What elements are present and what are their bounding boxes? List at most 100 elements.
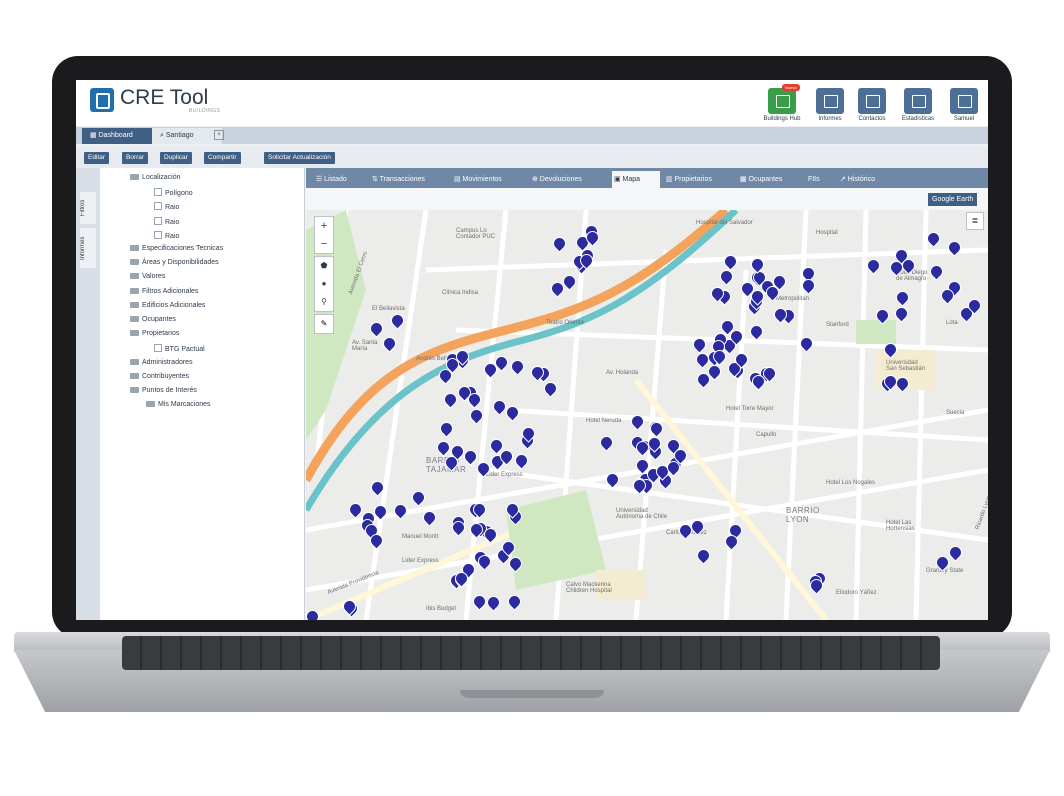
- checkbox-icon[interactable]: [154, 344, 162, 353]
- tab-fiis[interactable]: FIIs: [806, 171, 834, 188]
- tree-item-label: Raio: [165, 218, 180, 226]
- tree-item[interactable]: Polígono: [154, 188, 193, 197]
- user-icon: [950, 88, 978, 114]
- tab-propietarios[interactable]: ▥ Propietarios: [664, 171, 734, 188]
- tree-item-label: Localización: [142, 174, 181, 181]
- tree-item-label: Puntos de Interés: [142, 387, 197, 394]
- label-lider-2: Lider Express: [402, 558, 439, 564]
- tree-item-label: Raio: [165, 232, 180, 240]
- label-hotel-nogales: Hotel Los Nogales: [826, 480, 876, 486]
- tree-item[interactable]: Raio: [154, 230, 180, 240]
- side-tabs-header: [76, 168, 100, 188]
- folder-icon: [130, 358, 139, 365]
- tree-item[interactable]: Raio: [154, 202, 179, 211]
- tree-item[interactable]: Áreas y Disponibilidades: [130, 259, 219, 266]
- label-u-chile: Universidad Autónoma de Chile: [616, 508, 668, 520]
- laptop-keyboard: [122, 636, 940, 670]
- folder-icon: [130, 245, 139, 251]
- tab-transacciones-label: Transacciones: [379, 176, 425, 183]
- tab-movimientos[interactable]: ▤ Movimientos: [452, 171, 526, 188]
- folder-icon: [130, 316, 139, 322]
- tree-item[interactable]: Filtros Adicionales: [130, 287, 199, 295]
- draw-tools: ⬟ ● ⚲: [314, 256, 334, 312]
- user-button[interactable]: Samuel: [944, 88, 984, 122]
- tree-item-label: Filtros Adicionales: [142, 287, 199, 295]
- google-earth-button[interactable]: Google Earth: [928, 193, 978, 206]
- tab-mapa[interactable]: ▣ Mapa: [612, 171, 660, 188]
- polygon-tool-icon[interactable]: ⬟: [315, 257, 333, 275]
- buildings-hub-button[interactable]: Nuevo Buildings Hub: [762, 84, 802, 122]
- user-label: Samuel: [953, 116, 975, 122]
- buildings-hub-label: Buildings Hub: [763, 116, 801, 122]
- tree-item[interactable]: Contribuyentes: [130, 372, 189, 380]
- contactos-button[interactable]: Contactos: [852, 88, 892, 122]
- compartir-button[interactable]: Compartir: [204, 152, 241, 164]
- tab-ocupantes-label: Ocupantes: [748, 176, 783, 183]
- duplicar-button[interactable]: Duplicar: [160, 152, 192, 164]
- tab-listado[interactable]: ☰ Listado: [314, 171, 366, 188]
- tree-item[interactable]: Valores: [130, 273, 165, 280]
- checkbox-icon[interactable]: [154, 230, 162, 239]
- label-hotel-neruda: Hotel Neruda: [586, 418, 622, 424]
- map-toolbar: [306, 188, 988, 210]
- tree-item[interactable]: Administradores: [130, 358, 193, 366]
- tab-dashboard-label: Dashboard: [98, 132, 133, 139]
- label-suecia: Suecia: [946, 410, 965, 416]
- laptop-notch: [460, 690, 604, 698]
- label-capullo: Capullo: [756, 432, 777, 438]
- borrar-button[interactable]: Borrar: [122, 152, 149, 164]
- tab-santiago[interactable]: ⌕ Santiago: [152, 128, 222, 144]
- label-lider-1: Lider Express: [486, 472, 523, 478]
- tree-item[interactable]: Propietarios: [130, 330, 179, 337]
- label-clinica: Clínica Indisa: [442, 290, 479, 296]
- contactos-label: Contactos: [858, 116, 886, 122]
- tab-historico[interactable]: ↗ Histórico: [838, 171, 902, 188]
- label-calvo-mackenna: Calvo Mackenna Children Hospital: [566, 582, 612, 594]
- tree-item[interactable]: Especificaciones Tecnicas: [130, 245, 223, 252]
- tree-item[interactable]: BTG Pactual: [154, 344, 205, 353]
- checkbox-icon[interactable]: [154, 216, 162, 225]
- label-campus: Campus Lo Contador PUC: [456, 228, 496, 240]
- tab-ocupantes[interactable]: ▦ Ocupantes: [738, 171, 802, 188]
- circle-tool-icon[interactable]: ●: [315, 275, 333, 293]
- zoom-out-button[interactable]: −: [315, 235, 333, 253]
- label-lota: Lota: [946, 320, 958, 326]
- folder-icon: [130, 387, 139, 393]
- informes-button[interactable]: Informes: [810, 88, 850, 122]
- editar-button[interactable]: Editar: [84, 152, 109, 164]
- report-icon: [816, 88, 844, 114]
- marker-tool-icon[interactable]: ⚲: [315, 293, 333, 311]
- tree-item[interactable]: Puntos de Interés: [130, 387, 197, 394]
- action-bar: Editar Borrar Duplicar Compartir Solicit…: [76, 146, 988, 168]
- solicitar-actualizacion-button[interactable]: Solicitar Actualización: [264, 152, 335, 164]
- map-view[interactable]: + − ⬟ ● ⚲ ✎ ≣ BARRIO TAJAMAR BARRIO LYON…: [306, 210, 988, 620]
- label-teatro: Teatro Oriente: [546, 320, 585, 326]
- close-tab-icon[interactable]: ×: [214, 130, 224, 140]
- checkbox-icon[interactable]: [154, 188, 162, 197]
- tab-transacciones[interactable]: ⇅ Transacciones: [370, 171, 448, 188]
- contacts-icon: [858, 88, 886, 114]
- estadisticas-button[interactable]: Estadísticas: [898, 88, 938, 122]
- layers-icon[interactable]: ≣: [966, 212, 984, 230]
- tree-item[interactable]: Mis Marcaciones: [146, 401, 211, 408]
- folder-icon: [130, 372, 139, 379]
- tree-item[interactable]: Raio: [154, 216, 180, 226]
- edit-tool-icon[interactable]: ✎: [314, 314, 334, 334]
- tab-devoluciones[interactable]: ⊕ Devoluciones: [530, 171, 608, 188]
- checkbox-icon[interactable]: [154, 202, 162, 211]
- folder-icon: [130, 301, 139, 308]
- label-hotel-hortensias: Hotel Las Hortensias: [886, 520, 915, 532]
- zoom-in-button[interactable]: +: [315, 217, 333, 235]
- tab-filtros[interactable]: Filtros: [80, 192, 96, 224]
- label-stanford: Stanford: [826, 322, 849, 328]
- tab-propietarios-label: Propietarios: [674, 176, 712, 183]
- tree-item[interactable]: Edificios Adicionales: [130, 301, 205, 309]
- tab-mapa-label: Mapa: [622, 176, 641, 183]
- tree-item[interactable]: Localización: [130, 174, 181, 181]
- app-subtitle: BUILDINGS: [189, 108, 221, 114]
- tab-informes[interactable]: Informes: [80, 228, 96, 268]
- tab-listado-label: Listado: [324, 176, 347, 183]
- app-title: CRE Tool: [120, 86, 209, 109]
- tree-item[interactable]: Ocupantes: [130, 316, 176, 323]
- building-icon: Nuevo: [768, 84, 800, 114]
